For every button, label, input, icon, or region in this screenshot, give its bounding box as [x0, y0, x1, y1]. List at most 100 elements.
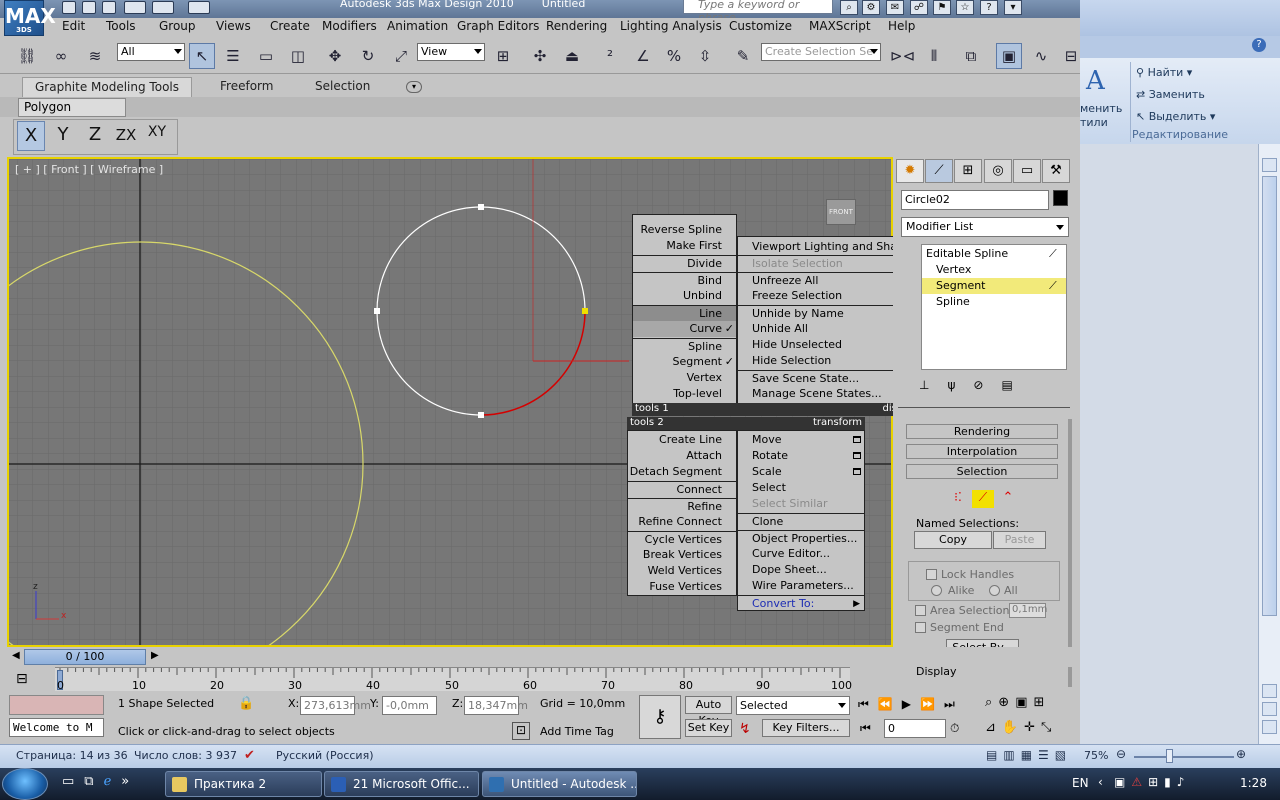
bind-spacewarp-icon[interactable]: ≋ — [82, 43, 108, 69]
outline-icon[interactable]: ☰ — [1038, 748, 1055, 762]
prev-frame-icon[interactable]: ◀ — [12, 650, 20, 661]
z-coordinate-field[interactable]: 18,347mm — [464, 696, 528, 715]
modifier-list-dropdown[interactable]: Modifier List — [901, 217, 1069, 237]
find-button[interactable]: ⚲ Найти ▾ — [1136, 66, 1192, 79]
quad-item-top-level[interactable]: Top-level — [633, 386, 736, 402]
search-icon[interactable]: ⌕ — [840, 0, 858, 15]
zoom-level[interactable]: 75% — [1084, 749, 1108, 762]
pan-icon[interactable]: ✋ — [1002, 720, 1024, 735]
menu-rendering[interactable]: Rendering — [546, 19, 607, 33]
utilities-tab-icon[interactable]: ⚒ — [1042, 159, 1070, 183]
next-frame-icon[interactable]: ▶ — [151, 650, 159, 661]
stack-item-segment[interactable]: Segment — [922, 278, 1066, 294]
align-icon[interactable]: ⫴ — [921, 43, 947, 69]
scroll-thumb[interactable] — [1262, 176, 1277, 616]
quad-item-line[interactable]: Line — [633, 305, 736, 321]
quad-item-make-first[interactable]: Make First — [633, 238, 736, 254]
menu-lighting-analysis[interactable]: Lighting Analysis — [620, 19, 722, 33]
axis-xy-button[interactable]: XY — [143, 121, 171, 151]
time-slider[interactable]: 0 / 100 — [24, 649, 146, 665]
menu-maxscript[interactable]: MAXScript — [809, 19, 871, 33]
maxscript-listener-top[interactable] — [9, 695, 104, 715]
menu-group[interactable]: Group — [159, 19, 196, 33]
internet-explorer-icon[interactable]: ℯ — [104, 774, 122, 789]
quad-item-scale[interactable]: Scale — [738, 464, 864, 480]
graphite-toggle-icon[interactable]: ▣ — [996, 43, 1022, 69]
menu-customize[interactable]: Customize — [729, 19, 792, 33]
select-manipulate-icon[interactable]: ✣ — [527, 43, 553, 69]
show-end-result-icon[interactable]: ψ — [947, 378, 973, 392]
selection-filter-dropdown[interactable]: All — [117, 43, 185, 61]
zoom-out-icon[interactable]: ⊖ — [1116, 747, 1126, 761]
axis-y-button[interactable]: Y — [49, 121, 77, 151]
quad-item-move[interactable]: Move — [738, 432, 864, 448]
favorites-icon[interactable]: ☆ — [956, 0, 974, 15]
quad-item-create-line[interactable]: Create Line — [628, 432, 736, 448]
area-selection-input[interactable]: 0,1mm — [1009, 603, 1047, 618]
change-styles-label-2[interactable]: тили — [1080, 116, 1108, 129]
menu-create[interactable]: Create — [270, 19, 310, 33]
hierarchy-tab-icon[interactable]: ⊞ — [954, 159, 982, 183]
axis-x-button[interactable]: X — [17, 121, 45, 151]
word-vertical-scrollbar[interactable] — [1258, 144, 1280, 744]
configure-sets-icon[interactable]: ▤ — [1001, 378, 1030, 392]
menu-edit[interactable]: Edit — [62, 19, 85, 33]
quad-item-unbind[interactable]: Unbind — [633, 288, 736, 304]
snaps-toggle-icon[interactable]: ² — [597, 43, 623, 69]
quad-item-rotate[interactable]: Rotate — [738, 448, 864, 464]
zoom-extents-icon[interactable]: ▣ — [1015, 695, 1033, 710]
axis-z-button[interactable]: Z — [81, 121, 109, 151]
quad-item-cycle-vertices[interactable]: Cycle Vertices — [628, 531, 736, 547]
clock[interactable]: 1:28 — [1240, 776, 1267, 790]
menu-tools[interactable]: Tools — [106, 19, 136, 33]
input-language[interactable]: EN — [1072, 776, 1089, 790]
lock-selection-icon[interactable]: 🔒 — [238, 696, 254, 711]
undo-icon[interactable] — [124, 1, 146, 14]
tray-expand-icon[interactable]: ‹ — [1098, 775, 1103, 789]
quad-item-divide[interactable]: Divide — [633, 255, 736, 271]
infocenter-icon[interactable]: ⚑ — [933, 0, 951, 15]
keyboard-shortcut-icon[interactable]: ⏏ — [559, 43, 585, 69]
axis-zx-button[interactable]: ZX — [112, 121, 140, 151]
quad-item-object-properties[interactable]: Object Properties... — [738, 530, 864, 546]
menu-help[interactable]: Help — [888, 19, 915, 33]
help-search-input[interactable]: Type a keyword or phrase — [683, 0, 833, 24]
quad-item-refine-connect[interactable]: Refine Connect — [628, 514, 736, 530]
time-config-icon[interactable]: ⏱ — [950, 721, 959, 736]
quad-item-vertex[interactable]: Vertex — [633, 370, 736, 386]
word-help-icon[interactable]: ? — [1252, 38, 1266, 52]
segment-end-checkbox[interactable] — [915, 622, 926, 633]
settings-box-icon[interactable] — [853, 436, 861, 443]
tray-volume-icon[interactable]: ♪ — [1177, 775, 1191, 789]
create-tab-icon[interactable]: ✹ — [896, 159, 924, 183]
motion-tab-icon[interactable]: ◎ — [984, 159, 1012, 183]
styles-icon[interactable]: A — [1086, 66, 1105, 96]
quad-item-convert-to[interactable]: Convert To: ▶ — [738, 595, 864, 611]
key-selection-set-dropdown[interactable]: Selected — [736, 696, 850, 715]
page-count[interactable]: Страница: 14 из 36 — [16, 749, 128, 762]
replace-button[interactable]: ⇄ Заменить — [1136, 88, 1205, 101]
change-styles-label-1[interactable]: менить — [1080, 102, 1122, 115]
quad-item-detach-segment[interactable]: Detach Segment — [628, 464, 736, 480]
tab-freeform[interactable]: Freeform — [220, 77, 273, 97]
zoom-all-icon[interactable]: ⊕ — [998, 695, 1015, 710]
link-icon[interactable]: ⛓ — [14, 43, 40, 69]
named-selection-dropdown[interactable]: Create Selection Se — [761, 43, 881, 61]
object-name-input[interactable]: Circle02 — [901, 190, 1049, 210]
word-count[interactable]: Число слов: 3 937 — [134, 749, 237, 762]
quad-item-fuse-vertices[interactable]: Fuse Vertices — [628, 579, 736, 595]
zoom-slider-track[interactable] — [1134, 756, 1234, 758]
quad-item-select[interactable]: Select — [738, 480, 864, 496]
quad-item-curve-editor[interactable]: Curve Editor... — [738, 546, 864, 562]
quad-item-attach[interactable]: Attach — [628, 448, 736, 464]
tab-selection[interactable]: Selection — [315, 77, 370, 97]
field-of-view-icon[interactable]: ⊿ — [985, 720, 1002, 735]
help-dropdown-icon[interactable]: ▾ — [1004, 0, 1022, 15]
zoom-extents-all-icon[interactable]: ⊞ — [1033, 695, 1050, 710]
key-mode-icon[interactable]: ⏮ — [860, 721, 871, 736]
auto-key-button[interactable]: Auto Key — [685, 696, 732, 727]
spline-level-icon[interactable]: ⌃ — [997, 490, 1019, 508]
quad-item-bind[interactable]: Bind — [633, 272, 736, 288]
rollout-rendering[interactable]: Rendering — [906, 424, 1058, 439]
scroll-up-icon[interactable] — [1262, 158, 1277, 172]
